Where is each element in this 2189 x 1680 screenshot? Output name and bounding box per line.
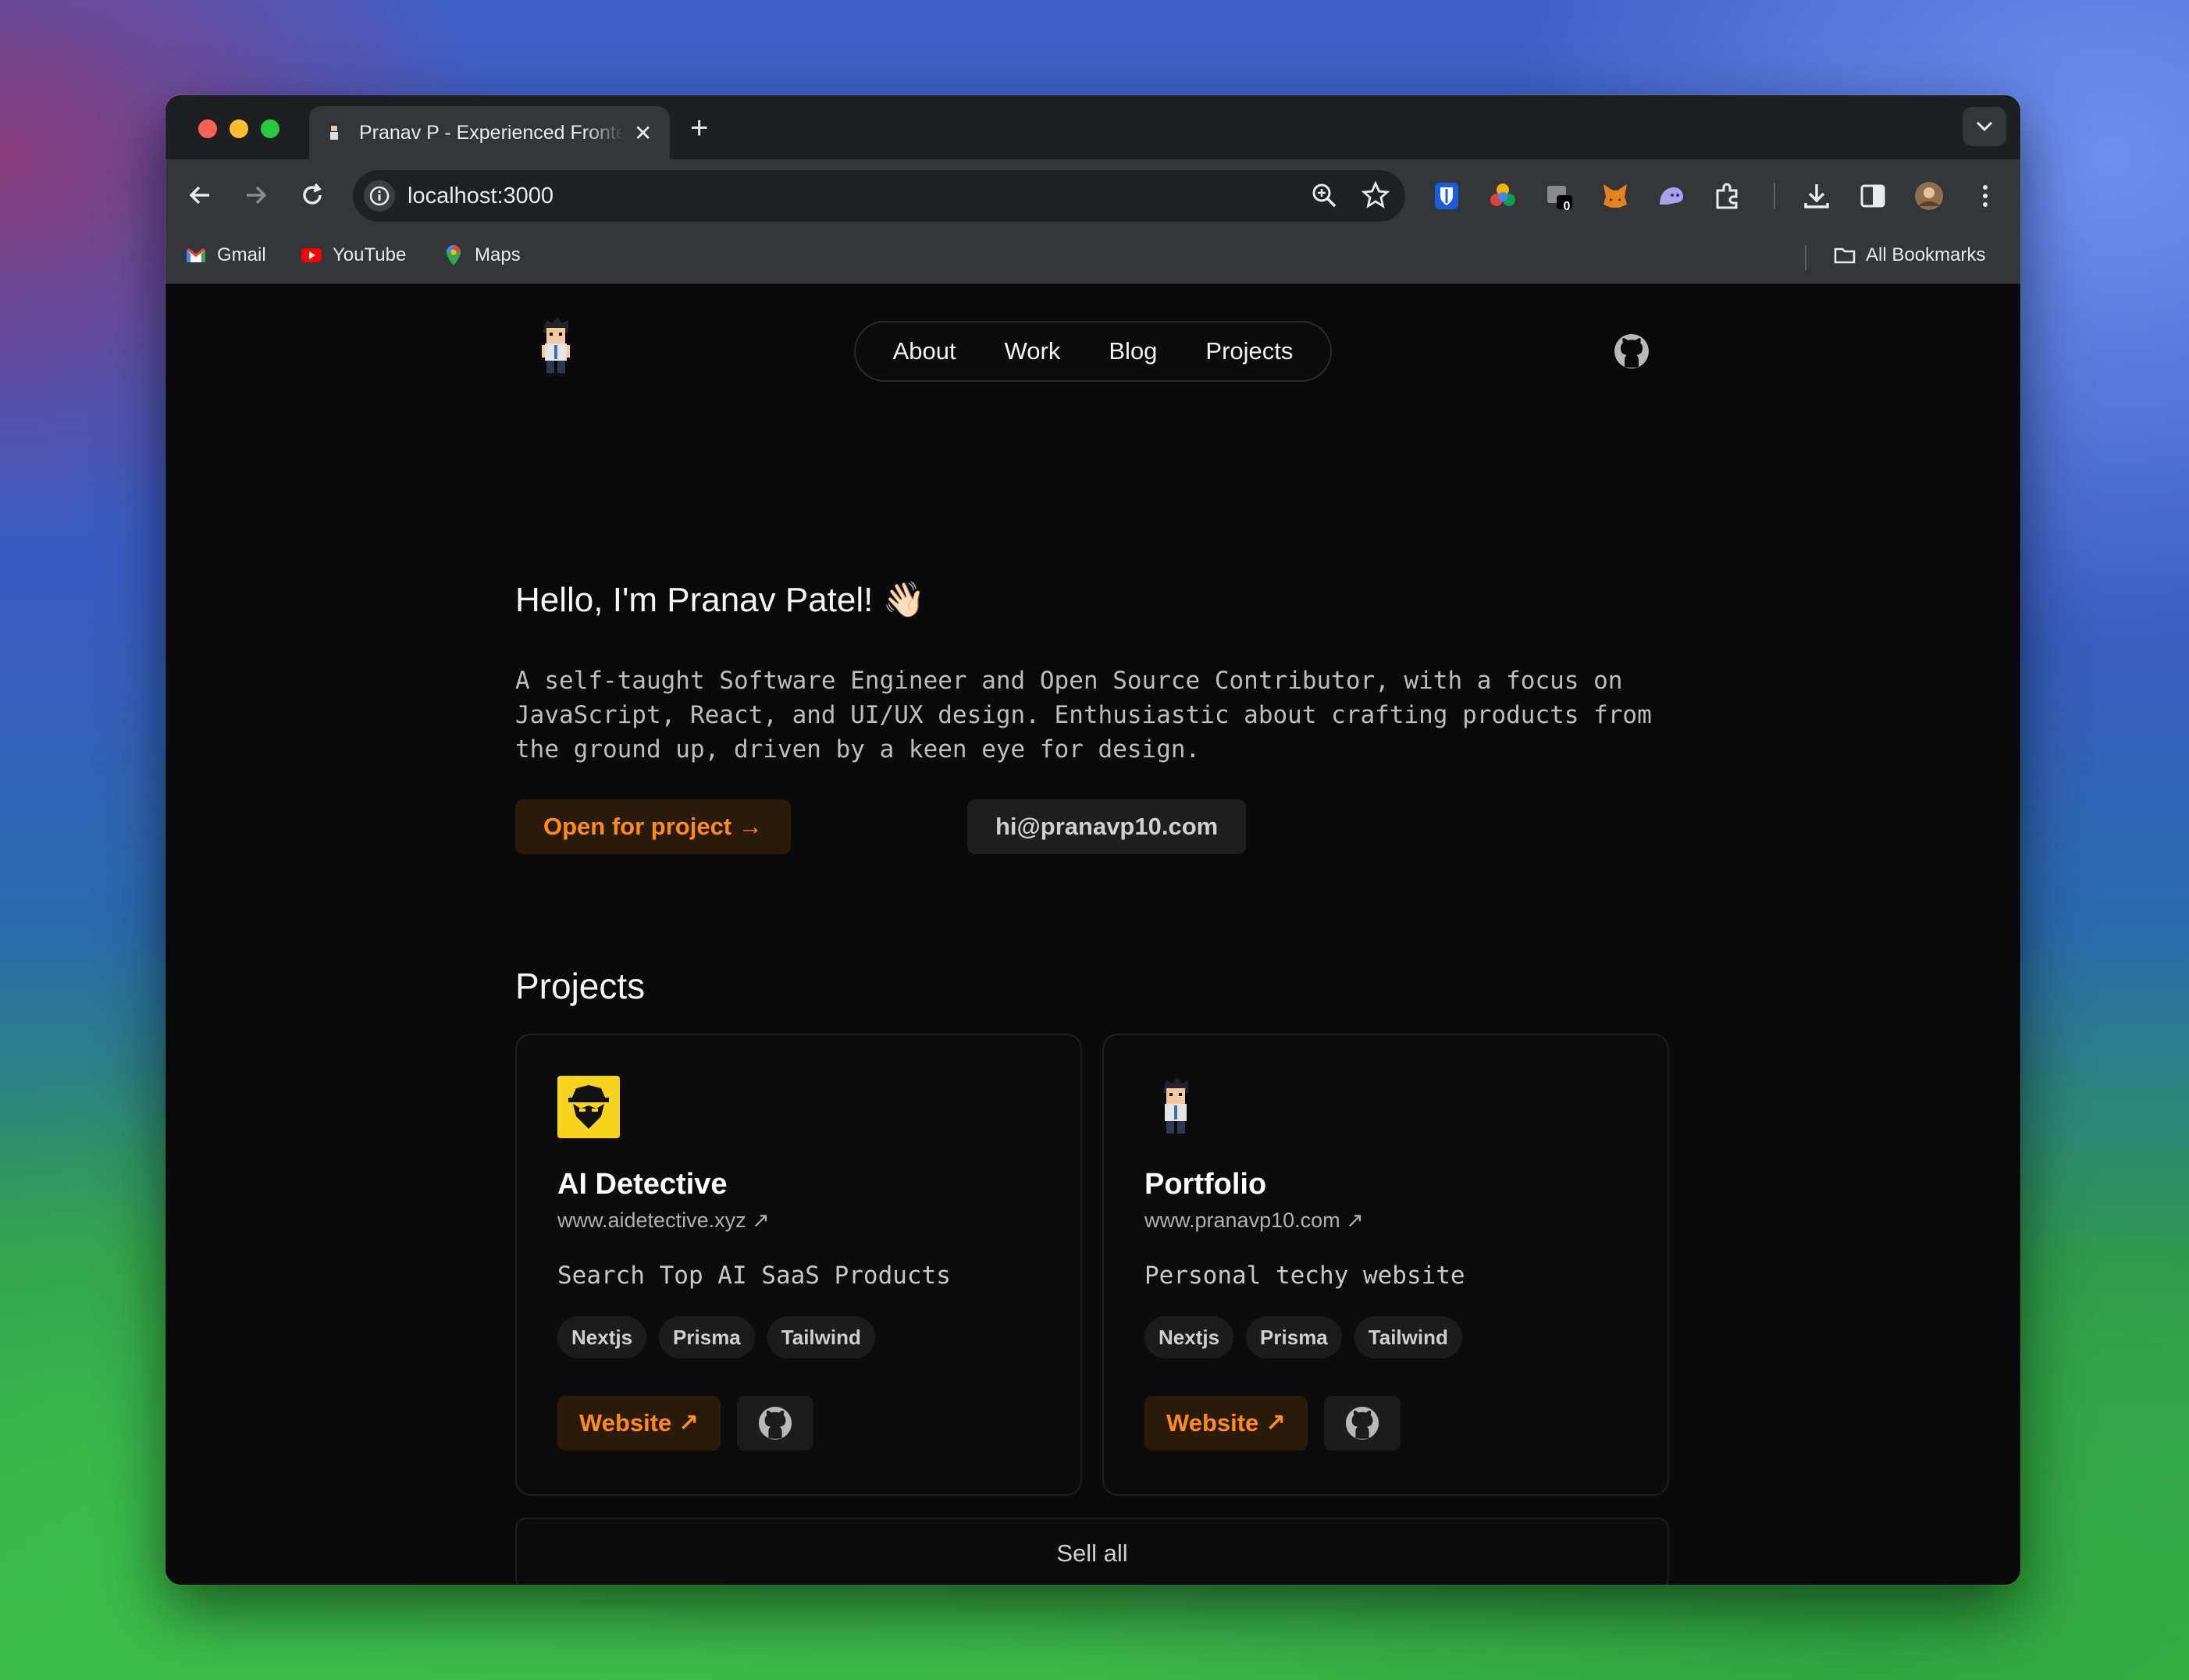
bitwarden-extension-icon[interactable] — [1432, 181, 1461, 211]
email-button[interactable]: hi@pranavp10.com — [967, 799, 1247, 854]
github-icon[interactable] — [1613, 333, 1650, 370]
url-text: localhost:3000 — [408, 183, 554, 208]
portfolio-avatar-icon — [1163, 1077, 1188, 1134]
toolbar-divider — [1774, 183, 1775, 209]
github-icon — [758, 1406, 792, 1440]
nav-about[interactable]: About — [893, 337, 956, 365]
tag-prisma: Prisma — [1246, 1316, 1342, 1358]
avatar-favicon-icon — [329, 123, 339, 144]
more-menu-icon[interactable] — [1970, 181, 2000, 211]
tag-prisma: Prisma — [659, 1316, 755, 1358]
project-description: Search Top AI SaaS Products — [557, 1262, 951, 1290]
site-info-icon[interactable] — [364, 180, 395, 212]
hero-bio: A self-taught Software Engineer and Open… — [515, 667, 1652, 763]
minimize-window-button[interactable] — [230, 119, 248, 138]
address-bar[interactable]: localhost:3000 — [353, 170, 1405, 222]
tab-title: Pranav P - Experienced Frontend — [359, 121, 625, 144]
open-for-project-button[interactable]: Open for project → — [515, 799, 791, 854]
bookmark-label: YouTube — [333, 244, 407, 265]
side-panel-icon[interactable] — [1858, 181, 1888, 211]
project-github-button[interactable] — [737, 1396, 813, 1450]
project-card: AI Detective www.aidetective.xyz ↗ Searc… — [515, 1034, 1082, 1496]
chevron-down-icon — [1976, 121, 1993, 132]
youtube-icon — [301, 248, 322, 262]
download-icon[interactable] — [1802, 181, 1831, 211]
extensions-puzzle-icon[interactable] — [1713, 181, 1742, 211]
browser-tab[interactable]: Pranav P - Experienced Frontend ✕ — [309, 106, 670, 159]
folder-icon — [1834, 247, 1856, 264]
bookmarks-divider — [1805, 245, 1806, 270]
project-title: AI Detective — [557, 1168, 728, 1201]
profile-avatar-icon[interactable] — [1914, 181, 1944, 211]
ghost-extension-icon[interactable] — [1657, 181, 1686, 211]
project-url-link[interactable]: www.pranavp10.com ↗ — [1144, 1208, 1364, 1233]
nav-work[interactable]: Work — [1005, 337, 1061, 365]
color-picker-extension-icon[interactable] — [1488, 181, 1518, 211]
metamask-fox-icon[interactable] — [1600, 181, 1630, 211]
see-all-projects-button[interactable]: Sell all — [515, 1518, 1669, 1585]
github-icon — [1345, 1406, 1379, 1440]
tag-nextjs: Nextjs — [1144, 1316, 1234, 1358]
project-github-button[interactable] — [1324, 1396, 1401, 1450]
browser-window: Pranav P - Experienced Frontend ✕ + loca… — [166, 95, 2020, 1585]
nav-blog[interactable]: Blog — [1109, 337, 1157, 365]
project-description: Personal techy website — [1144, 1262, 1465, 1290]
bookmark-label: Maps — [475, 244, 521, 265]
forward-arrow-icon[interactable] — [242, 181, 270, 209]
all-bookmarks-label: All Bookmarks — [1866, 244, 1986, 265]
project-card: Portfolio www.pranavp10.com ↗ Personal t… — [1102, 1034, 1669, 1496]
hero-greeting: Hello, I'm Pranav Patel! 👋🏻 — [515, 581, 926, 619]
bookmark-maps[interactable]: Maps — [442, 244, 521, 267]
project-tags: Nextjs Prisma Tailwind — [1144, 1316, 1462, 1358]
bookmark-youtube[interactable]: YouTube — [300, 244, 406, 267]
maximize-window-button[interactable] — [261, 119, 279, 138]
project-title: Portfolio — [1144, 1168, 1267, 1201]
project-url-link[interactable]: www.aidetective.xyz ↗ — [557, 1208, 770, 1233]
tag-nextjs: Nextjs — [557, 1316, 647, 1358]
back-arrow-icon[interactable] — [186, 181, 214, 209]
tag-tailwind: Tailwind — [767, 1316, 875, 1358]
project-website-button[interactable]: Website ↗ — [1144, 1396, 1308, 1450]
gmail-icon — [187, 248, 205, 262]
tab-search-button[interactable] — [1963, 107, 2006, 146]
ai-detective-logo-icon — [557, 1076, 620, 1138]
reload-icon[interactable] — [298, 181, 326, 209]
extension-badge: 0 — [1563, 200, 1571, 213]
site-avatar-logo[interactable] — [532, 315, 579, 378]
tag-tailwind: Tailwind — [1354, 1316, 1462, 1358]
project-website-button[interactable]: Website ↗ — [557, 1396, 721, 1450]
bookmark-star-icon[interactable] — [1361, 181, 1390, 209]
new-tab-button[interactable]: + — [690, 112, 708, 144]
project-tags: Nextjs Prisma Tailwind — [557, 1316, 875, 1358]
site-navigation: About Work Blog Projects — [854, 321, 1332, 382]
bookmarks-bar: Gmail YouTube Maps All Bookmarks — [166, 231, 2020, 284]
browser-toolbar: localhost:3000 0 — [166, 159, 2020, 231]
tab-bar: Pranav P - Experienced Frontend ✕ + — [166, 95, 2020, 159]
bookmark-label: Gmail — [217, 244, 266, 265]
projects-heading: Projects — [515, 966, 646, 1006]
close-window-button[interactable] — [198, 119, 217, 138]
zoom-icon[interactable] — [1310, 181, 1338, 209]
tab-close-icon[interactable]: ✕ — [634, 120, 652, 146]
web-page: About Work Blog Projects Hello, I'm Pran… — [166, 284, 2020, 1585]
maps-icon — [447, 245, 461, 265]
all-bookmarks-button[interactable]: All Bookmarks — [1833, 244, 1985, 267]
nav-projects[interactable]: Projects — [1205, 337, 1293, 365]
bookmark-gmail[interactable]: Gmail — [184, 244, 266, 267]
